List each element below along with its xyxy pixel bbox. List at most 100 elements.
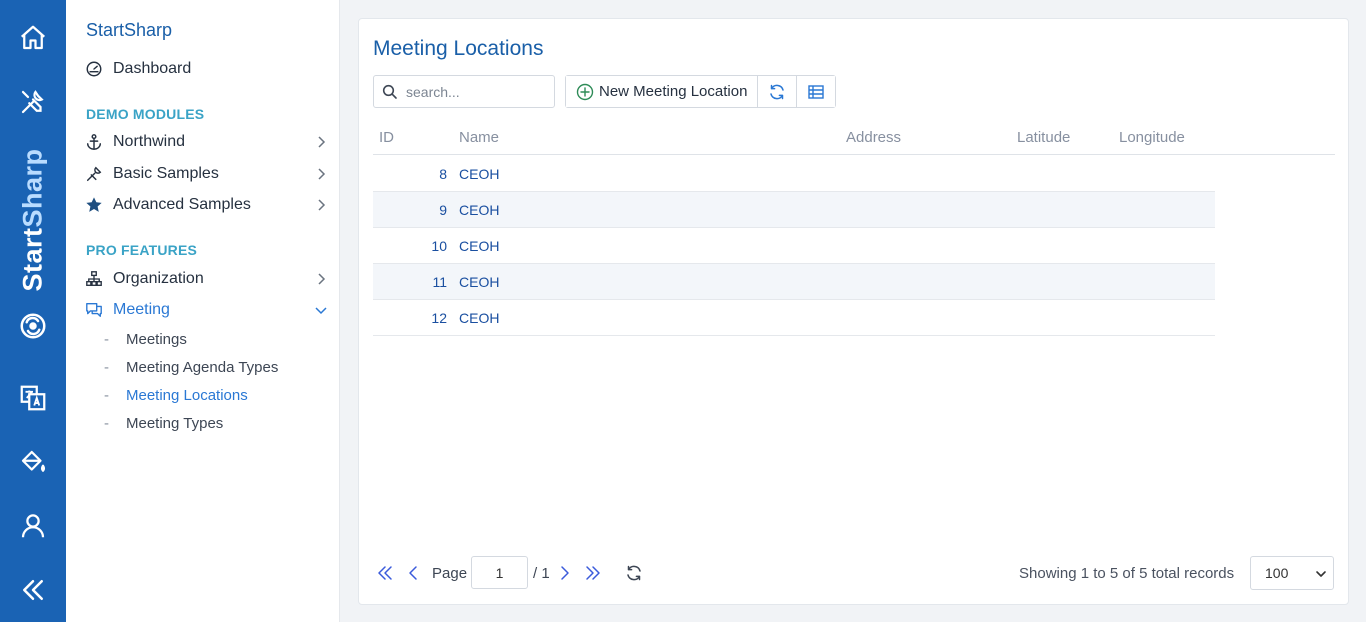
submenu-dash: - [104,330,109,348]
submenu-dash: - [104,386,109,404]
logo-icon [0,306,66,346]
brand-part-sharp: Sharp [17,148,48,228]
page-total: / 1 [533,565,550,582]
table-row: 8 CEOH [373,156,1215,192]
cell-id: 11 [432,274,447,290]
sidebar-item-organization[interactable]: Organization [84,265,328,293]
gauge-icon [84,59,104,79]
double-chevron-left-icon [378,566,392,580]
grid-header: ID Name Address Latitude Longitude [373,123,1335,155]
pager-refresh-button[interactable] [624,563,644,583]
submenu-dash: - [104,358,109,376]
sidebar-item-northwind[interactable]: Northwind [84,128,328,156]
next-page-button[interactable] [555,563,575,583]
tools-small-icon [84,164,104,184]
sidebar-item-label: Advanced Samples [113,196,251,213]
sidebar-item-meeting[interactable]: Meeting [84,296,328,324]
sidebar-subitem-types[interactable]: - Meeting Types [104,411,223,435]
refresh-button[interactable] [758,76,798,107]
section-demo-modules: DEMO MODULES [86,106,205,122]
sidebar-subitem-label: Meetings [126,330,187,348]
cell-name-link[interactable]: CEOH [459,310,499,326]
table-row: 11 CEOH [373,264,1215,300]
brand-part-start: Start [17,227,48,292]
cell-name-link[interactable]: CEOH [459,238,499,254]
search-icon [374,84,406,100]
sidebar-item-label: Dashboard [113,60,192,77]
pager: Page / 1 Showing 1 to 5 of 5 total recor… [373,555,1335,591]
sidebar-subitem-meetings[interactable]: - Meetings [104,327,187,351]
anchor-icon [84,132,104,152]
sidebar-subitem-label: Meeting Agenda Types [126,358,279,376]
collapse-icon[interactable] [0,570,66,610]
column-header-name[interactable]: Name [459,129,499,146]
chevron-right-icon [318,168,326,180]
table-row: 9 CEOH [373,192,1215,228]
sidebar-subitem-locations[interactable]: - Meeting Locations [104,383,248,407]
submenu-dash: - [104,414,109,432]
sidebar-subitem-label: Meeting Types [126,414,224,432]
column-picker-button[interactable] [797,76,836,107]
new-button-label: New Meeting Location [599,83,748,100]
sidebar-item-advanced-samples[interactable]: Advanced Samples [84,191,328,219]
paint-bucket-icon[interactable] [0,442,66,482]
table-row: 12 CEOH [373,300,1215,336]
prev-page-button[interactable] [403,563,423,583]
home-icon[interactable] [0,18,66,58]
cell-id: 12 [431,310,447,326]
cell-name-link[interactable]: CEOH [459,274,499,290]
sidebar-item-dashboard[interactable]: Dashboard [84,55,328,83]
table-icon [808,84,825,99]
user-icon[interactable] [0,506,66,546]
section-pro-features: PRO FEATURES [86,242,198,258]
sidebar-item-label: Organization [113,270,204,287]
chevron-right-icon [318,273,326,285]
chat-icon [84,300,104,320]
brand-vertical: StartSharp [18,148,49,291]
page-size-select[interactable]: 100 [1250,556,1334,590]
sidebar: StartSharp Dashboard DEMO MODULES Northw… [66,0,340,622]
column-header-longitude[interactable]: Longitude [1119,129,1185,146]
star-icon [84,195,104,215]
double-chevron-right-icon [586,566,600,580]
search-input[interactable] [406,83,546,100]
sidebar-item-label: Meeting [113,301,170,318]
translate-icon[interactable] [0,378,66,418]
chevron-down-icon [315,307,327,315]
cell-name-link[interactable]: CEOH [459,166,499,182]
page-title: Meeting Locations [373,37,544,60]
column-header-address[interactable]: Address [846,129,901,146]
icon-rail: StartSharp [0,0,66,622]
first-page-button[interactable] [375,563,395,583]
org-chart-icon [84,269,104,289]
main-card: Meeting Locations New Meeting Location I… [358,18,1349,605]
new-meeting-location-button[interactable]: New Meeting Location [566,76,759,107]
sidebar-title[interactable]: StartSharp [86,20,172,41]
cell-name-link[interactable]: CEOH [459,202,499,218]
sidebar-item-label: Basic Samples [113,165,219,182]
records-info: Showing 1 to 5 of 5 total records [1019,565,1235,582]
chevron-left-icon [409,566,417,580]
refresh-icon [627,565,641,581]
sidebar-subitem-label: Meeting Locations [126,386,248,404]
search-box [373,75,555,108]
page-label: Page [432,565,468,582]
chevron-down-icon [1316,571,1326,577]
cell-id: 10 [431,238,447,254]
cell-id: 9 [439,202,447,218]
sidebar-item-basic-samples[interactable]: Basic Samples [84,160,328,188]
refresh-icon [770,84,785,99]
tools-icon[interactable] [0,82,66,122]
sidebar-subitem-agenda-types[interactable]: - Meeting Agenda Types [104,355,278,379]
plus-circle-icon [576,83,594,100]
column-header-latitude[interactable]: Latitude [1017,129,1070,146]
toolbar: New Meeting Location [565,75,837,108]
page-size-value: 100 [1265,565,1289,581]
chevron-right-icon [561,566,569,580]
column-header-id[interactable]: ID [379,129,394,146]
chevron-right-icon [318,136,326,148]
cell-id: 8 [439,166,447,182]
page-number-input[interactable] [471,556,528,589]
chevron-right-icon [318,199,326,211]
last-page-button[interactable] [583,563,603,583]
